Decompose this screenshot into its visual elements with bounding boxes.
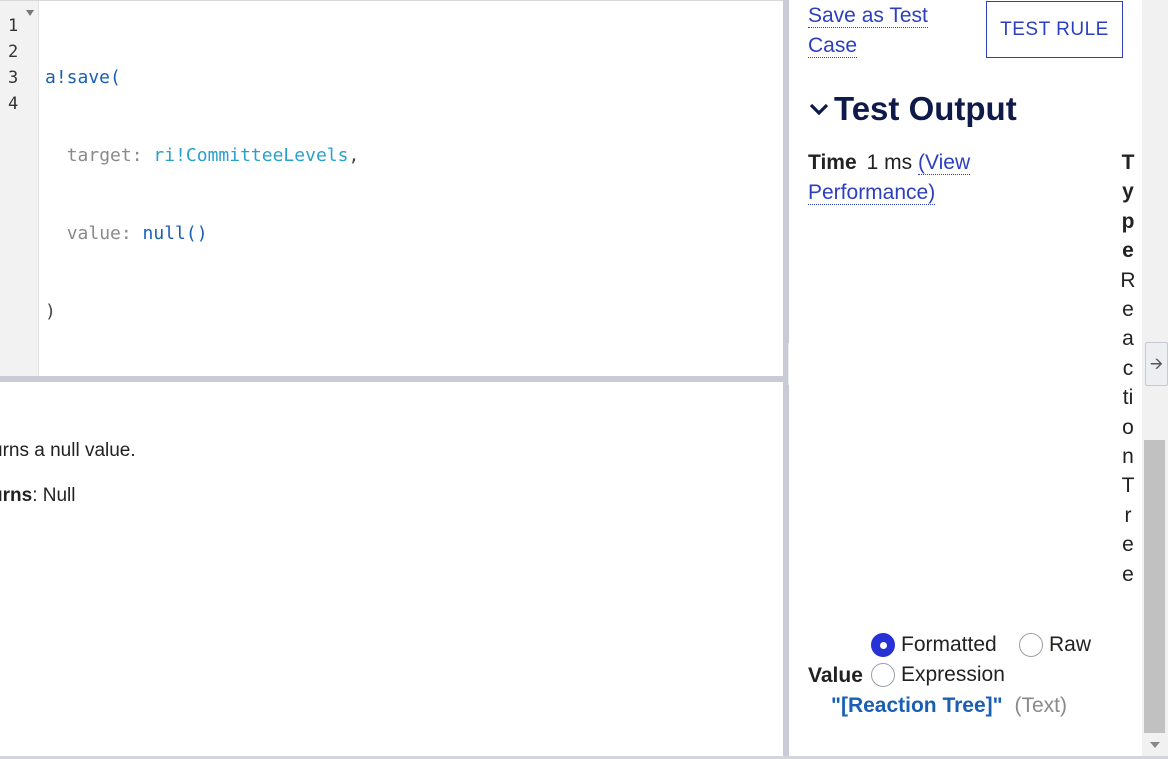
radio-expression-label: Expression [901, 663, 1005, 686]
collapse-right-button[interactable]: 🡪 [1145, 342, 1168, 386]
radio-formatted[interactable]: Formatted [871, 633, 997, 657]
code-token-function: a!save( [45, 67, 121, 88]
test-output-header[interactable]: Test Output [808, 90, 1017, 128]
chevron-down-icon [809, 103, 829, 116]
scroll-down-arrow-icon[interactable] [1150, 742, 1160, 748]
line-number: 4 [8, 94, 19, 114]
fold-toggle-icon[interactable] [26, 10, 34, 16]
test-rule-button[interactable]: TEST RULE [986, 1, 1123, 58]
line-number: 3 [8, 68, 19, 88]
code-token-punc: , [348, 145, 360, 166]
radio-unselected-icon [871, 663, 895, 687]
code-line: a!save( [45, 65, 783, 91]
time-field: Time 1 ms (View Performance) [808, 148, 1008, 208]
code-content[interactable]: a!save( target: ri!CommitteeLevels, valu… [45, 13, 783, 376]
expression-editor[interactable]: 1 2 3 4 a!save( target: ri!CommitteeLeve… [0, 0, 783, 376]
radio-unselected-icon [1019, 633, 1043, 657]
function-help-panel: l urns a null value. urns: Null [0, 382, 783, 759]
type-label: Type [1121, 151, 1135, 263]
type-field: Type ReactionTree [1120, 148, 1136, 589]
code-line: target: ri!CommitteeLevels, [45, 143, 783, 169]
code-line: value: null() [45, 221, 783, 247]
radio-selected-icon [871, 633, 895, 657]
time-label: Time [808, 151, 857, 174]
save-as-test-case-link[interactable]: Save as Test Case [808, 4, 928, 58]
code-token-param: value: [66, 223, 143, 244]
help-returns-value: : Null [32, 485, 76, 506]
value-label: Value [808, 664, 863, 687]
test-panel: Save as Test Case TEST RULE Test Output … [789, 0, 1142, 759]
arrow-right-icon: 🡪 [1150, 354, 1163, 373]
type-value: ReactionTree [1120, 268, 1136, 586]
value-output-type: (Text) [1014, 694, 1067, 717]
help-returns: urns: Null [0, 485, 75, 507]
radio-raw-label: Raw [1049, 633, 1092, 656]
radio-raw[interactable]: Raw [1019, 633, 1091, 657]
help-description: urns a null value. [0, 440, 136, 461]
radio-formatted-label: Formatted [901, 633, 997, 656]
help-returns-label: urns [0, 485, 33, 506]
radio-expression[interactable]: Expression [871, 663, 1005, 687]
code-line: ) [45, 299, 783, 325]
line-number: 1 [8, 16, 19, 36]
value-output: "[Reaction Tree]" (Text) [831, 694, 1067, 718]
code-token-punc: ) [45, 301, 56, 322]
line-number: 2 [8, 42, 19, 62]
code-token-param: target: [66, 145, 154, 166]
save-as-test-case-wrap: Save as Test Case [808, 1, 948, 61]
code-token-function: null() [142, 223, 208, 244]
time-value: 1 ms [866, 151, 913, 174]
value-output-string: "[Reaction Tree]" [831, 694, 1003, 717]
test-output-title: Test Output [834, 90, 1017, 127]
line-number-gutter: 1 2 3 4 [0, 1, 39, 376]
scrollbar-thumb[interactable] [1144, 440, 1165, 733]
code-token-rule-input: ri!CommitteeLevels [153, 145, 349, 166]
